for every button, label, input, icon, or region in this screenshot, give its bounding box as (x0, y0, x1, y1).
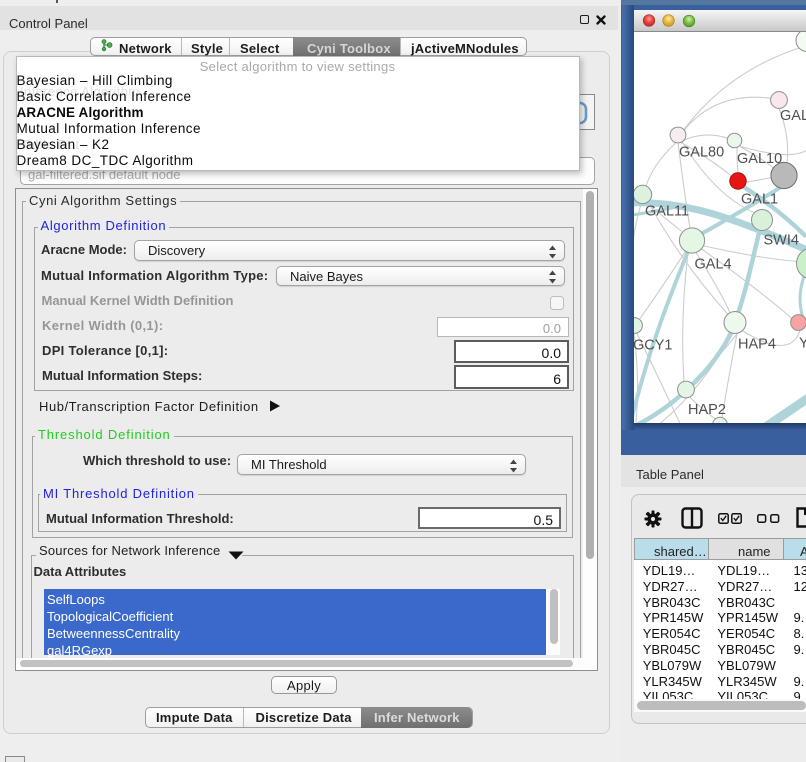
svg-text:HAP2: HAP2 (688, 402, 726, 418)
svg-text:HAP4: HAP4 (738, 336, 776, 352)
svg-text:SWI4: SWI4 (764, 232, 799, 248)
svg-text:GAL1: GAL1 (741, 191, 778, 207)
svg-text:GCY1: GCY1 (634, 337, 673, 353)
svg-text:GAL10: GAL10 (737, 151, 782, 167)
svg-text:GAL4: GAL4 (695, 256, 732, 272)
svg-text:GAL7: GAL7 (780, 108, 806, 124)
svg-text:YD: YD (799, 335, 806, 351)
svg-text:GAL11: GAL11 (645, 203, 689, 219)
svg-text:GAL80: GAL80 (679, 144, 724, 160)
